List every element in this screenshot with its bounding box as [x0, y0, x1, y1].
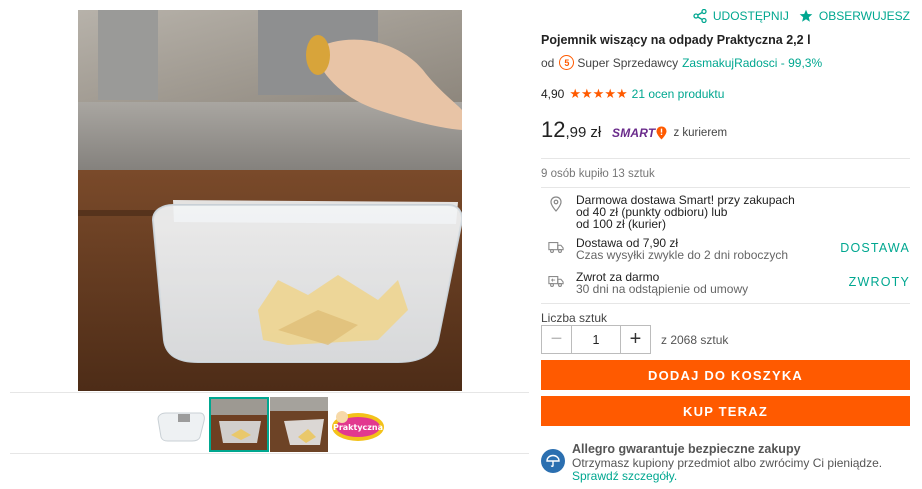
- returns-line2: 30 dni na odstąpienie od umowy: [576, 282, 749, 296]
- share-button[interactable]: UDOSTĘPNIJ: [693, 9, 789, 23]
- guarantee-title: Allegro gwarantuje bezpieczne zakupy: [572, 442, 801, 456]
- smart-courier-text: z kurierem: [673, 127, 728, 139]
- super-seller-badge-icon: 5: [559, 55, 575, 70]
- product-photo-illustration: [78, 10, 462, 391]
- watch-button[interactable]: OBSERWUJESZ: [799, 9, 910, 23]
- seller-info: od 5 Super Sprzedawcy ZasmakujRadosci - …: [541, 55, 822, 70]
- share-label: UDOSTĘPNIJ: [712, 9, 789, 23]
- divider: [541, 158, 910, 159]
- location-pin-icon: [550, 196, 562, 212]
- thumbnail-illustration: [270, 397, 330, 452]
- product-title: Pojemnik wiszący na odpady Praktyczna 2,…: [541, 33, 811, 47]
- product-price: 12 ,99 zł: [541, 117, 601, 143]
- returns-details-link[interactable]: ZWROTY: [849, 275, 910, 289]
- divider: [541, 303, 910, 304]
- rating-count-link[interactable]: 21 ocen produktu: [632, 87, 725, 101]
- quantity-increase-button[interactable]: +: [620, 325, 651, 354]
- price-integer: 12: [541, 117, 566, 142]
- price-currency: zł: [590, 124, 602, 141]
- rating-stars-icon: ★★★★★: [569, 86, 628, 101]
- free-delivery-text: Darmowa dostawa Smart! przy zakupach od …: [576, 194, 795, 230]
- thumbnail-product-front[interactable]: [150, 397, 210, 452]
- quantity-label: Liczba sztuk: [541, 311, 608, 325]
- bought-count: 9 osób kupiło 13 sztuk: [541, 168, 655, 180]
- smart-badge: SMART z kurierem: [612, 126, 727, 140]
- quantity-input[interactable]: 1: [572, 325, 620, 354]
- divider: [541, 187, 910, 188]
- thumbnail-brand-logo[interactable]: Praktyczna: [328, 397, 388, 452]
- watch-label: OBSERWUJESZ: [818, 9, 910, 23]
- free-delivery-info: Darmowa dostawa Smart! przy zakupach od …: [541, 194, 910, 232]
- star-filled-icon: [799, 9, 813, 22]
- shipping-details-link[interactable]: DOSTAWA: [840, 241, 910, 255]
- product-rating: 4,90 ★★★★★ 21 ocen produktu: [541, 86, 724, 102]
- buy-now-button[interactable]: KUP TERAZ: [541, 396, 910, 426]
- shipping-info: Dostawa od 7,90 zł Czas wysyłki zwykle d…: [541, 237, 910, 265]
- guarantee-text: Otrzymasz kupiony przedmiot albo zwrócim…: [572, 456, 883, 470]
- umbrella-icon: [546, 454, 560, 468]
- shipping-text: Dostawa od 7,90 zł Czas wysyłki zwykle d…: [576, 237, 788, 261]
- top-actions: UDOSTĘPNIJ OBSERWUJESZ: [693, 9, 910, 23]
- guarantee-details-link[interactable]: Sprawdź szczegóły.: [572, 469, 677, 483]
- shipping-line2: Czas wysyłki zwykle do 2 dni roboczych: [576, 248, 789, 262]
- thumbnail-product-in-use[interactable]: [270, 397, 330, 452]
- add-to-cart-button[interactable]: DODAJ DO KOSZYKA: [541, 360, 910, 390]
- delivery-truck-icon: [548, 242, 564, 253]
- returns-info: Zwrot za darmo 30 dni na odstąpienie od …: [541, 271, 910, 299]
- guarantee-shield-icon: [541, 449, 565, 473]
- share-icon: [693, 9, 707, 23]
- free-delivery-line3: od 100 zł (kurier): [576, 217, 667, 231]
- price-decimal: ,99: [565, 124, 587, 141]
- quantity-available: z 2068 sztuk: [661, 332, 729, 347]
- rating-value: 4,90: [541, 87, 565, 101]
- returns-text: Zwrot za darmo 30 dni na odstąpienie od …: [576, 271, 748, 295]
- smart-pin-icon: [656, 126, 667, 140]
- seller-type: Super Sprzedawcy: [577, 55, 679, 70]
- thumbnail-illustration: [150, 397, 210, 452]
- quantity-decrease-button[interactable]: −: [541, 325, 572, 354]
- quantity-stepper: − 1 + z 2068 sztuk: [541, 325, 728, 354]
- praktyczna-logo: Praktyczna: [328, 397, 388, 452]
- svg-text:Praktyczna: Praktyczna: [333, 423, 383, 432]
- return-truck-icon: [548, 276, 564, 287]
- seller-name-link[interactable]: ZasmakujRadosci - 99,3%: [682, 56, 822, 70]
- thumbnail-product-hanging[interactable]: [209, 397, 269, 452]
- thumbnail-strip: Praktyczna: [10, 392, 529, 454]
- thumbnail-illustration: [211, 399, 267, 450]
- smart-label: SMART: [612, 126, 656, 140]
- main-product-photo[interactable]: [78, 10, 462, 391]
- seller-prefix: od: [541, 55, 555, 70]
